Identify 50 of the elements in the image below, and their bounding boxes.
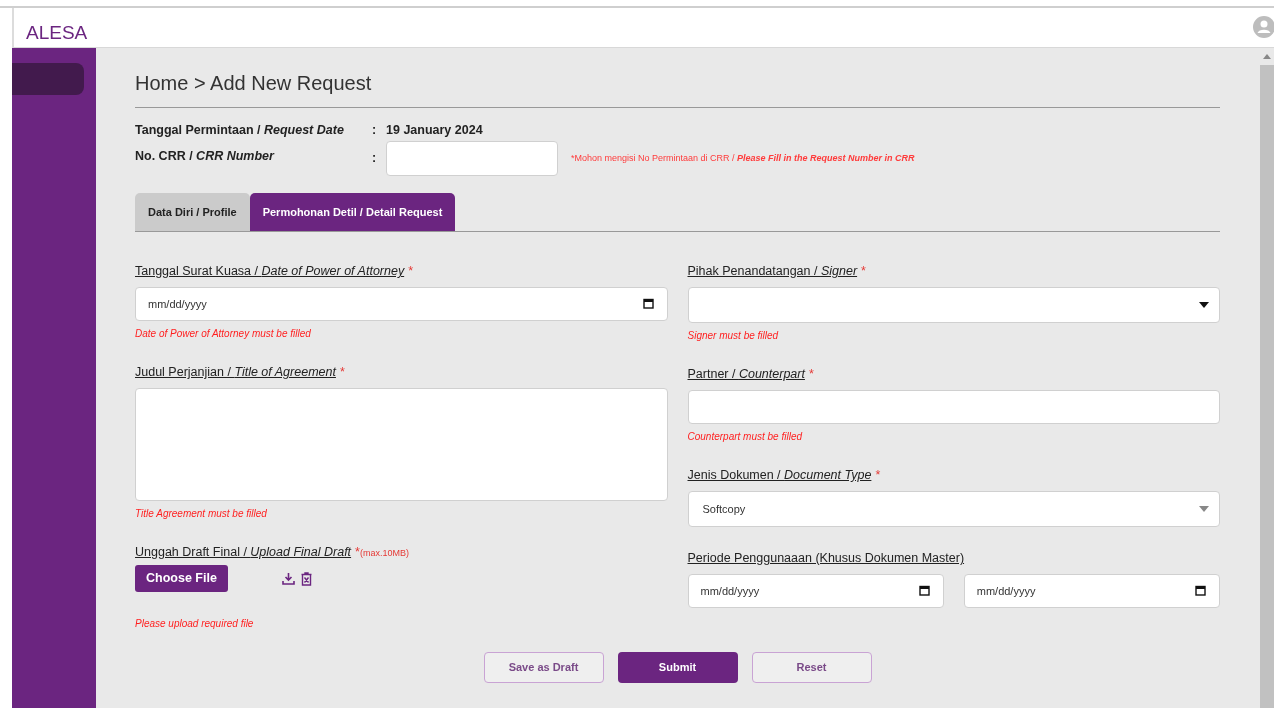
choose-file-button[interactable]: Choose File [135, 565, 228, 592]
breadcrumb: Home > Add New Request [135, 71, 373, 96]
dropdown-field[interactable] [687, 287, 1220, 323]
action-button[interactable]: Save as Draft [483, 652, 604, 683]
info-label: No. CRR / CRR Number [135, 148, 276, 166]
text-field[interactable] [687, 390, 1220, 424]
calendar-icon[interactable] [642, 298, 654, 309]
trash-icon[interactable] [300, 571, 312, 586]
field-label: Pihak Penandatangan / Signer [687, 263, 858, 280]
field-label: Jenis Dokumen / Document Type [687, 467, 872, 484]
required-mark: * [808, 366, 814, 383]
calendar-icon[interactable] [1195, 585, 1206, 596]
required-mark: * [875, 467, 881, 484]
crr-hint: *Mohon mengisi No Permintaan di CRR / Please Fill in the Request Number in CRR [571, 151, 915, 165]
error-message: Signer must be filled [687, 329, 780, 343]
required-mark: * [861, 263, 866, 280]
size-note: (max.10MB) [359, 548, 409, 560]
request-date: 19 January 2024 [386, 121, 483, 139]
required-mark: * [355, 544, 360, 561]
info-label: Tanggal Permintaan / Request Date [135, 121, 345, 139]
colon: : [372, 121, 378, 139]
required-mark: * [339, 364, 345, 381]
field-label: Unggah Draft Final / Upload Final Draft [135, 544, 352, 561]
caret-icon [1199, 506, 1209, 512]
sidebar-item[interactable] [12, 63, 84, 95]
error-message: Date of Power of Attorney must be filled [135, 327, 312, 341]
date-field[interactable]: mm/dd/yyyy [963, 574, 1220, 608]
calendar-icon[interactable] [918, 585, 930, 596]
date-field[interactable]: mm/dd/yyyy [687, 574, 944, 608]
download-icon[interactable] [281, 572, 295, 585]
tab[interactable]: Permohonan Detil / Detail Request [249, 193, 456, 231]
error-message: Please upload required file [135, 617, 255, 631]
action-button[interactable]: Submit [617, 652, 738, 683]
brand-logo: ALESA [26, 23, 88, 42]
action-button[interactable]: Reset [751, 652, 872, 683]
field-label: Tanggal Surat Kuasa / Date of Power of Attorney [135, 263, 405, 280]
caret-icon [1199, 302, 1209, 308]
error-message: Counterpart must be filled [687, 430, 804, 444]
tab[interactable]: Data Diri / Profile [135, 193, 250, 231]
avatar-icon[interactable] [1253, 16, 1274, 38]
error-message: Title Agreement must be filled [135, 507, 268, 521]
field-label: Periode Penggunaaan (Khusus Dokumen Master) [687, 550, 965, 567]
field-label: Partner / Counterpart [687, 366, 805, 383]
required-mark: * [408, 263, 414, 280]
date-field[interactable]: mm/dd/yyyy [135, 287, 668, 321]
crr-number-field[interactable] [386, 141, 558, 176]
colon: : [372, 150, 378, 168]
field-label: Judul Perjanjian / Title of Agreement [135, 364, 336, 381]
scroll-up-icon[interactable] [1263, 54, 1271, 59]
text-area[interactable] [135, 388, 668, 501]
